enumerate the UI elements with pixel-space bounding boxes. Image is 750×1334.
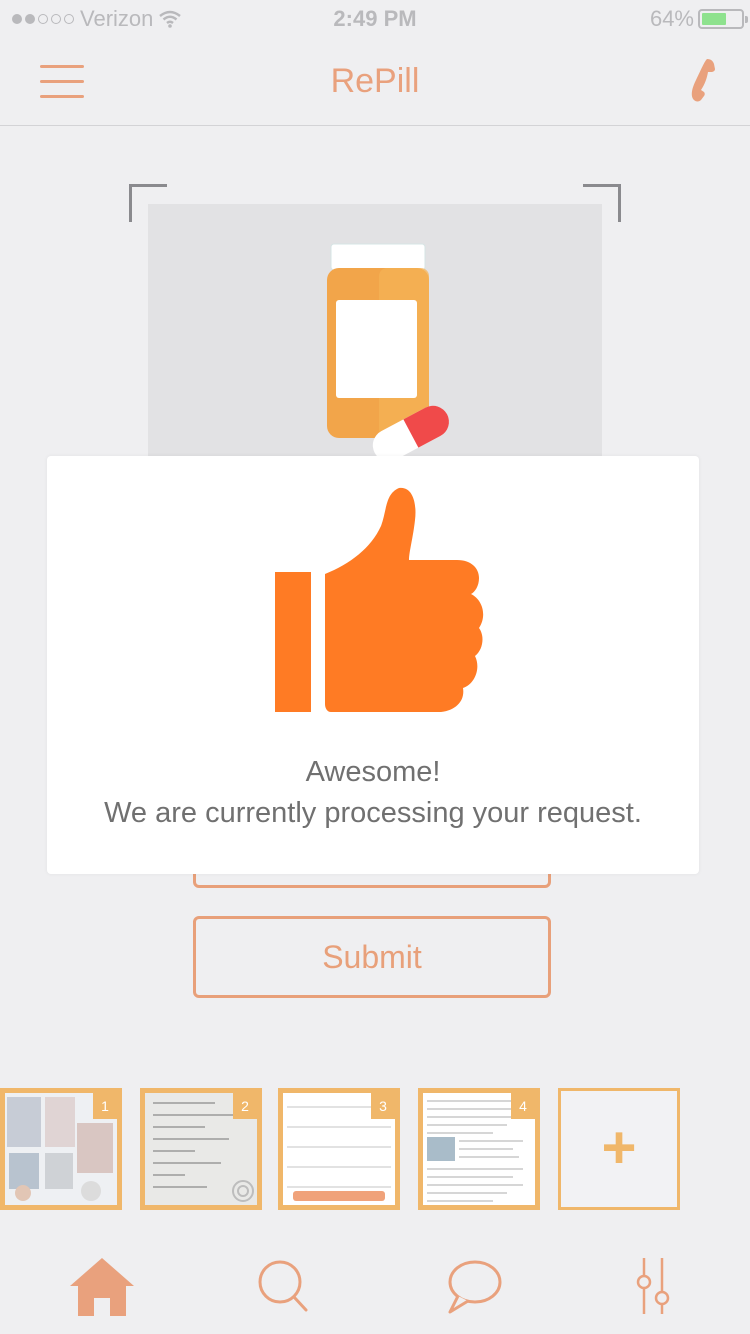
plus-icon: + (601, 1114, 637, 1181)
battery-info: 64% (649, 6, 748, 32)
thumbnail-2[interactable]: 2 (140, 1088, 262, 1210)
status-time: 2:49 PM (333, 6, 417, 31)
modal-message: We are currently processing your request… (104, 797, 642, 829)
tab-bar (0, 1240, 750, 1334)
thumbnail-3[interactable]: 3 (278, 1088, 400, 1210)
thumbnail-number: 1 (93, 1093, 117, 1119)
thumbnail-strip: 1 2 3 4 + (0, 1088, 750, 1210)
camera-preview[interactable] (148, 204, 602, 456)
thumbnail-number: 3 (371, 1093, 395, 1119)
sliders-icon[interactable] (612, 1250, 692, 1320)
thumbnail-4[interactable]: 4 (418, 1088, 540, 1210)
thumbnail-number: 4 (511, 1093, 535, 1119)
search-icon[interactable] (244, 1250, 324, 1320)
battery-percent: 64% (649, 6, 694, 31)
thumbs-up-icon (275, 487, 484, 712)
thumbnail-number: 2 (233, 1093, 257, 1119)
modal-title: Awesome! (305, 756, 441, 788)
nav-bar: RePill (0, 40, 750, 126)
home-icon[interactable] (62, 1250, 142, 1320)
pill-bottle-icon (327, 243, 449, 456)
thumbnail-1[interactable]: 1 (0, 1088, 122, 1210)
chat-icon[interactable] (434, 1250, 514, 1320)
confirmation-modal: Awesome! We are currently processing you… (47, 456, 699, 874)
phone-icon[interactable] (680, 56, 720, 104)
battery-icon (698, 9, 748, 29)
submit-button[interactable]: Submit (193, 916, 551, 998)
add-photo-button[interactable]: + (558, 1088, 680, 1210)
status-bar: Verizon 2:49 PM 64% (0, 0, 750, 40)
app-title: RePill (330, 62, 420, 100)
